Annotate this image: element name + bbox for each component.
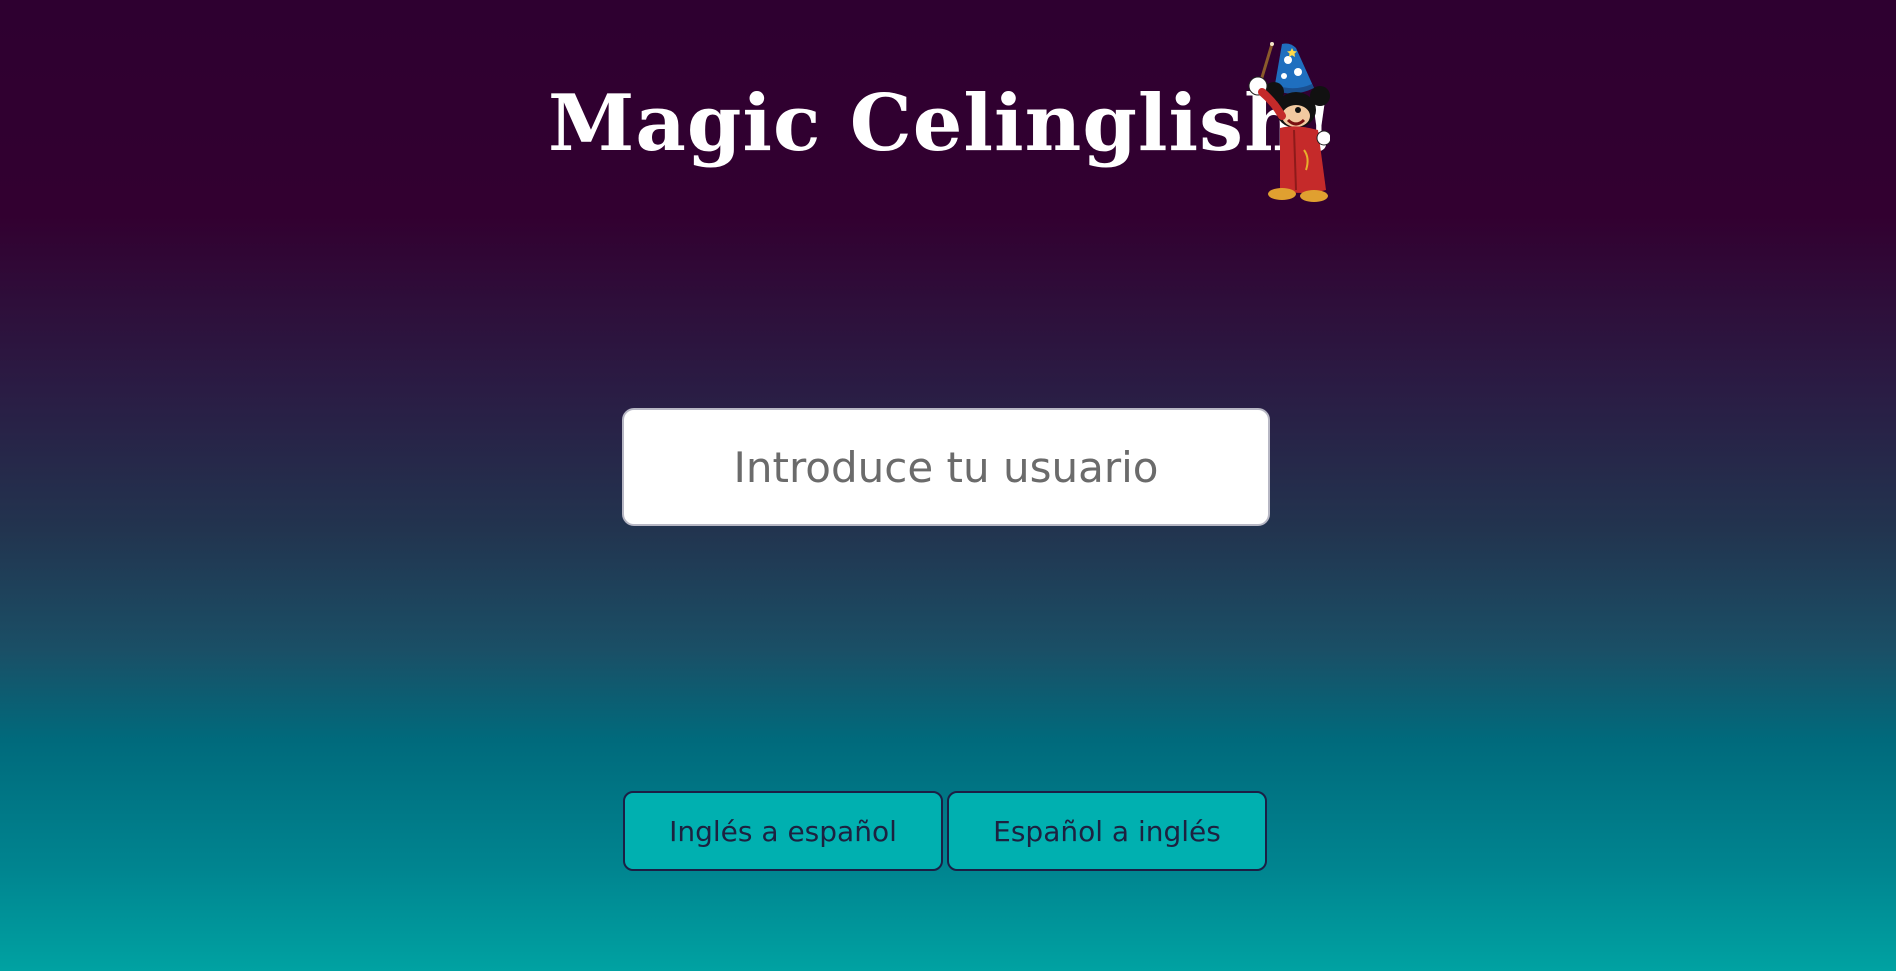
username-input[interactable]	[622, 408, 1270, 526]
english-to-spanish-button[interactable]: Inglés a español	[623, 791, 943, 871]
sorcerer-mickey-icon	[1234, 40, 1330, 202]
header: Magic Celinglish!	[0, 40, 1896, 210]
login-form	[622, 408, 1270, 526]
page-title: Magic Celinglish!	[548, 78, 1338, 169]
translation-mode-buttons: Inglés a español Español a inglés	[623, 791, 1268, 871]
spanish-to-english-button[interactable]: Español a inglés	[947, 791, 1267, 871]
